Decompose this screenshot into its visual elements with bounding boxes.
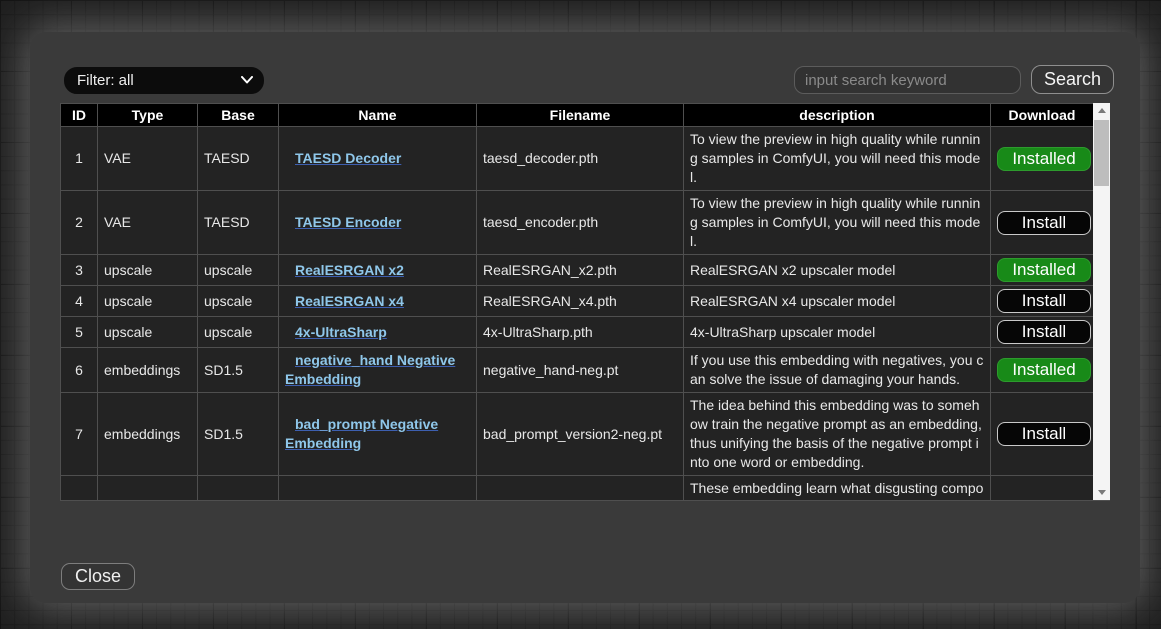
- filter-select[interactable]: Filter: all: [64, 67, 264, 94]
- cell-filename: RealESRGAN_x2.pth: [477, 255, 684, 286]
- cell-name: [279, 476, 477, 502]
- cell-base: TAESD: [198, 191, 279, 255]
- scrollbar-thumb[interactable]: [1094, 120, 1109, 186]
- cell-download: Installed: [991, 127, 1094, 191]
- cell-description: 4x-UltraSharp upscaler model: [684, 317, 991, 348]
- cell-id: 6: [61, 348, 98, 393]
- close-button[interactable]: Close: [61, 563, 135, 590]
- installed-button[interactable]: Installed: [997, 358, 1091, 382]
- column-header-download: Download: [991, 104, 1094, 127]
- model-name-link[interactable]: negative_hand Negative Embedding: [285, 352, 455, 387]
- cell-id: 7: [61, 393, 98, 476]
- installed-button[interactable]: Installed: [997, 147, 1091, 171]
- column-header-filename: Filename: [477, 104, 684, 127]
- model-name-link[interactable]: 4x-UltraSharp: [295, 324, 387, 340]
- cell-filename: bad_prompt_version2-neg.pt: [477, 393, 684, 476]
- cell-description: These embedding learn what disgusting co…: [684, 476, 991, 502]
- cell-name: bad_prompt Negative Embedding: [279, 393, 477, 476]
- cell-name: negative_hand Negative Embedding: [279, 348, 477, 393]
- table-row: 2VAETAESD TAESD Encoder taesd_encoder.pthT…: [61, 191, 1094, 255]
- cell-description: RealESRGAN x2 upscaler model: [684, 255, 991, 286]
- install-button[interactable]: Install: [997, 211, 1091, 235]
- cell-base: SD1.5: [198, 348, 279, 393]
- model-name-link[interactable]: RealESRGAN x4: [295, 293, 404, 309]
- table-row: These embedding learn what disgusting co…: [61, 476, 1094, 502]
- cell-description: RealESRGAN x4 upscaler model: [684, 286, 991, 317]
- table-row: 4upscaleupscaleRealESRGAN x4RealESRGAN_x…: [61, 286, 1094, 317]
- table-row: 7embeddingsSD1.5bad_prompt Negative Embe…: [61, 393, 1094, 476]
- model-name-link[interactable]: bad_prompt Negative Embedding: [285, 416, 438, 451]
- column-header-type: Type: [98, 104, 198, 127]
- cell-download: Installed: [991, 255, 1094, 286]
- cell-base: TAESD: [198, 127, 279, 191]
- model-name-link[interactable]: TAESD Encoder: [295, 214, 401, 230]
- cell-download: Install: [991, 317, 1094, 348]
- column-header-description: description: [684, 104, 991, 127]
- table-scrollbar[interactable]: [1093, 103, 1110, 500]
- cell-description: If you use this embedding with negatives…: [684, 348, 991, 393]
- models-table: IDTypeBaseNameFilenamedescriptionDownloa…: [60, 103, 1094, 501]
- model-name-link[interactable]: RealESRGAN x2: [295, 262, 404, 278]
- cell-description: To view the preview in high quality whil…: [684, 191, 991, 255]
- cell-filename: RealESRGAN_x4.pth: [477, 286, 684, 317]
- cell-base: upscale: [198, 317, 279, 348]
- column-header-id: ID: [61, 104, 98, 127]
- cell-id: 1: [61, 127, 98, 191]
- search-button[interactable]: Search: [1031, 65, 1114, 94]
- cell-type: VAE: [98, 127, 198, 191]
- cell-filename: taesd_encoder.pth: [477, 191, 684, 255]
- cell-type: embeddings: [98, 348, 198, 393]
- cell-filename: taesd_decoder.pth: [477, 127, 684, 191]
- cell-name: 4x-UltraSharp: [279, 317, 477, 348]
- table-row: 5upscaleupscale4x-UltraSharp4x-UltraShar…: [61, 317, 1094, 348]
- cell-download: Install: [991, 286, 1094, 317]
- scrollbar-down-button[interactable]: [1093, 485, 1110, 500]
- table-row: 1VAETAESD TAESD Decoder taesd_decoder.pthT…: [61, 127, 1094, 191]
- model-name-link[interactable]: TAESD Decoder: [295, 150, 401, 166]
- cell-download: Install: [991, 393, 1094, 476]
- cell-id: 2: [61, 191, 98, 255]
- install-button[interactable]: Install: [997, 289, 1091, 313]
- installed-button[interactable]: Installed: [997, 258, 1091, 282]
- column-header-base: Base: [198, 104, 279, 127]
- table-row: 3upscaleupscaleRealESRGAN x2RealESRGAN_x…: [61, 255, 1094, 286]
- cell-name: TAESD Encoder: [279, 191, 477, 255]
- cell-description: The idea behind this embedding was to so…: [684, 393, 991, 476]
- cell-description: To view the preview in high quality whil…: [684, 127, 991, 191]
- scrollbar-up-button[interactable]: [1093, 103, 1110, 118]
- cell-type: upscale: [98, 255, 198, 286]
- table-row: 6embeddingsSD1.5negative_hand Negative E…: [61, 348, 1094, 393]
- cell-filename: [477, 476, 684, 502]
- cell-id: [61, 476, 98, 502]
- models-table-container: IDTypeBaseNameFilenamedescriptionDownloa…: [60, 103, 1110, 501]
- scroll-up-icon: [1098, 108, 1106, 113]
- cell-base: SD1.5: [198, 393, 279, 476]
- cell-type: VAE: [98, 191, 198, 255]
- scroll-down-icon: [1098, 490, 1106, 495]
- cell-base: upscale: [198, 286, 279, 317]
- install-button[interactable]: Install: [997, 422, 1091, 446]
- column-header-name: Name: [279, 104, 477, 127]
- search-input[interactable]: [794, 66, 1021, 94]
- cell-id: 4: [61, 286, 98, 317]
- cell-type: embeddings: [98, 393, 198, 476]
- cell-type: upscale: [98, 317, 198, 348]
- cell-download: Installed: [991, 348, 1094, 393]
- cell-id: 5: [61, 317, 98, 348]
- cell-name: TAESD Decoder: [279, 127, 477, 191]
- table-header-row: IDTypeBaseNameFilenamedescriptionDownloa…: [61, 104, 1094, 127]
- model-manager-dialog: Filter: all Search IDTypeBaseNameFilenam…: [30, 32, 1140, 603]
- cell-filename: 4x-UltraSharp.pth: [477, 317, 684, 348]
- cell-base: [198, 476, 279, 502]
- cell-name: RealESRGAN x4: [279, 286, 477, 317]
- cell-download: Install: [991, 191, 1094, 255]
- cell-base: upscale: [198, 255, 279, 286]
- cell-type: [98, 476, 198, 502]
- install-button[interactable]: Install: [997, 320, 1091, 344]
- cell-download: [991, 476, 1094, 502]
- cell-id: 3: [61, 255, 98, 286]
- cell-type: upscale: [98, 286, 198, 317]
- cell-filename: negative_hand-neg.pt: [477, 348, 684, 393]
- cell-name: RealESRGAN x2: [279, 255, 477, 286]
